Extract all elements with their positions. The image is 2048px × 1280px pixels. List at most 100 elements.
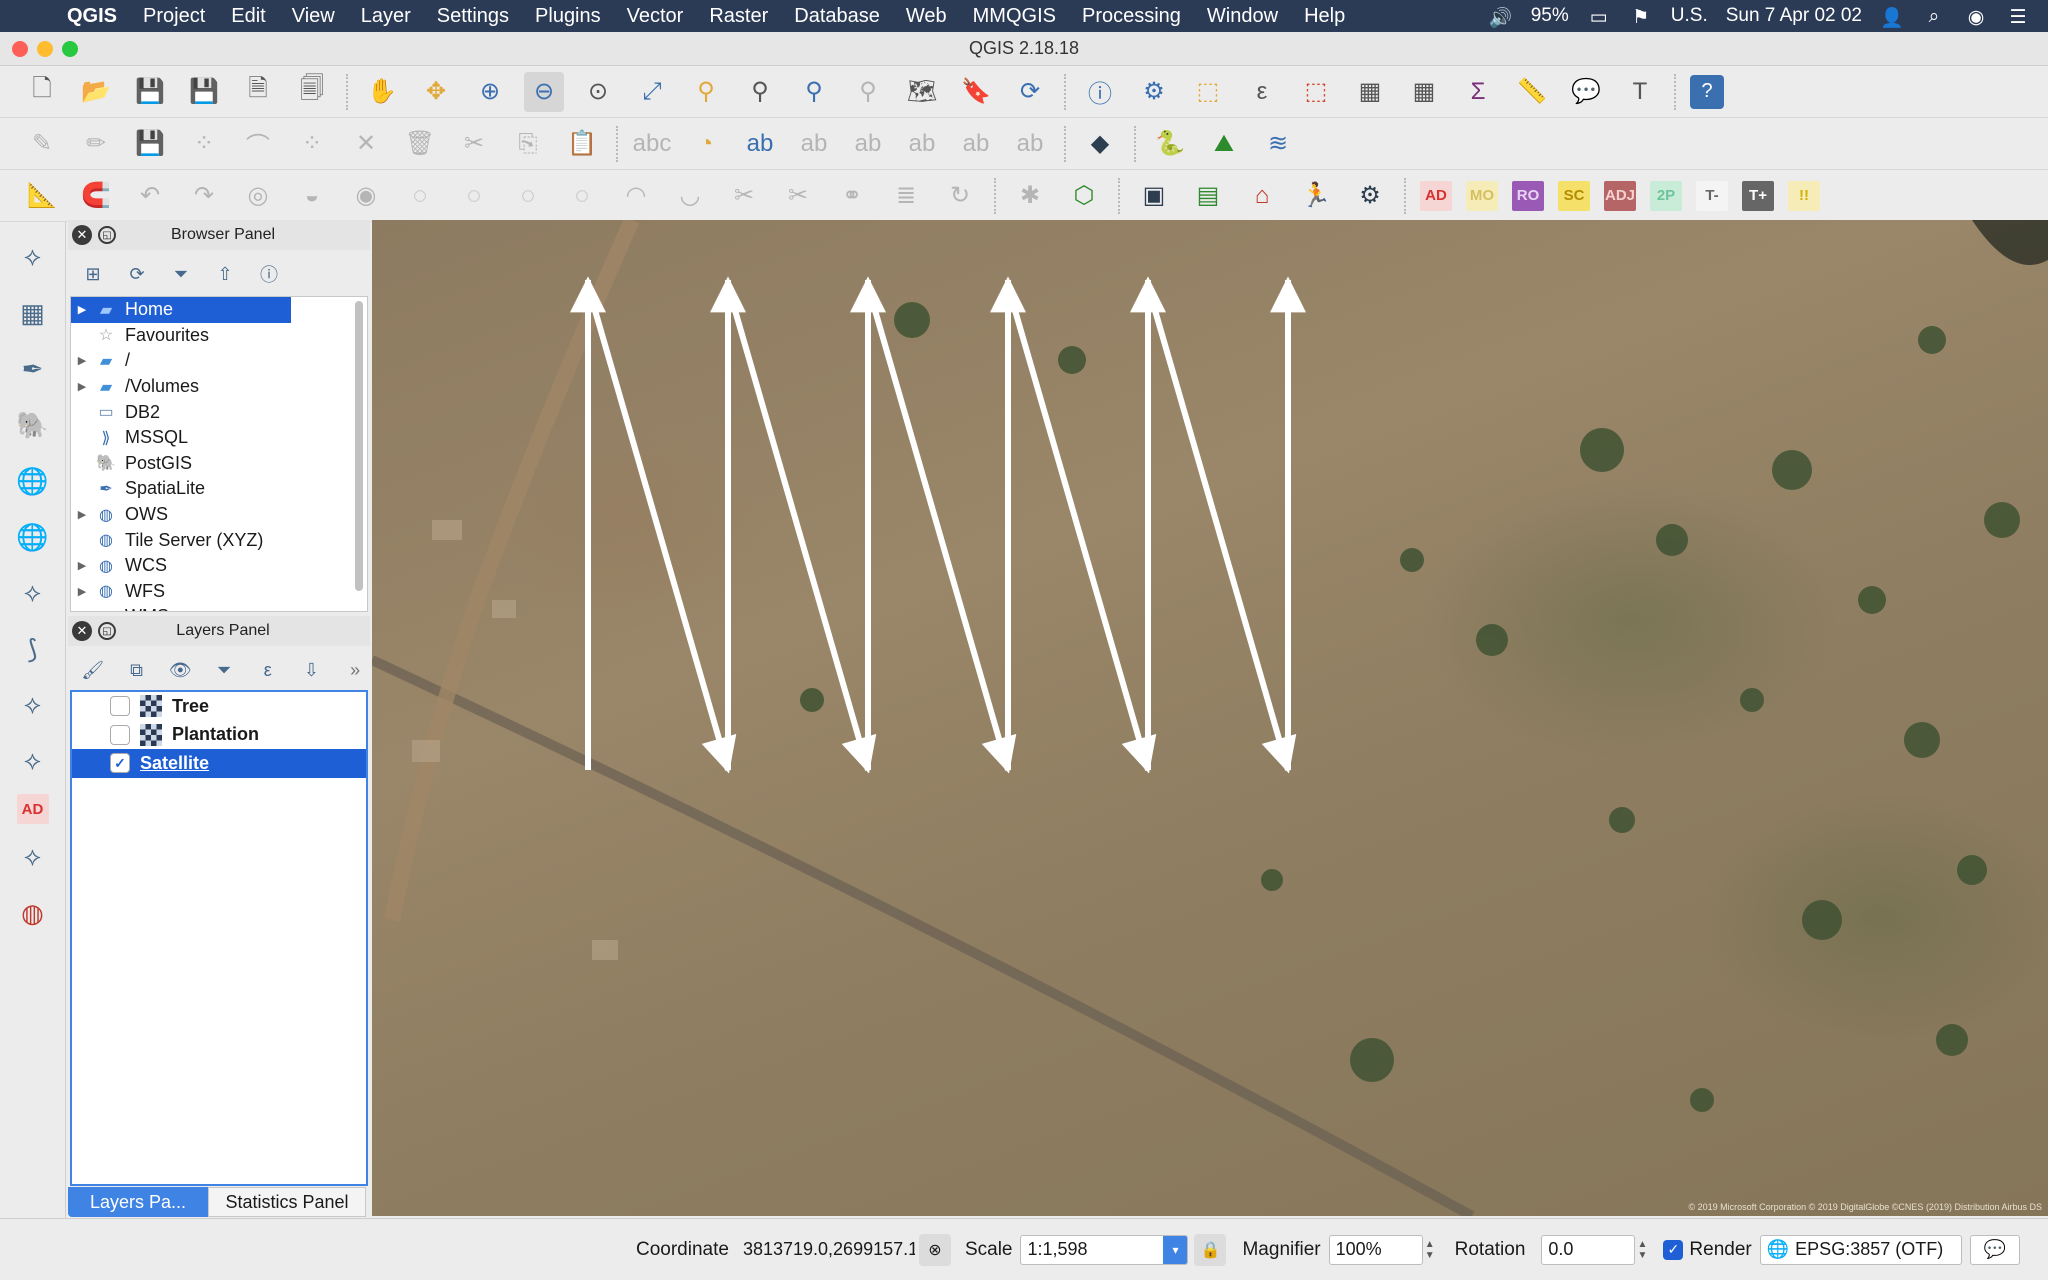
fill-ring-icon[interactable]: ◉ — [346, 176, 386, 216]
label-mo-button[interactable]: MO — [1466, 180, 1498, 211]
filter-by-expression-icon[interactable]: ε — [253, 655, 283, 685]
add-wcs-layer-icon[interactable]: 🌐 — [10, 514, 56, 560]
lock-scale-icon[interactable]: 🔒 — [1194, 1233, 1227, 1266]
browser-item[interactable]: ▶◍ WMS — [71, 604, 367, 611]
spotlight-search-icon[interactable]: ⌕ — [1922, 6, 1946, 27]
zoom-full-icon[interactable]: ⤢ — [632, 72, 672, 112]
add-point-icon[interactable]: ⁘ — [184, 124, 224, 164]
delete-part-icon[interactable]: ◌ — [508, 176, 548, 216]
add-spatialite-layer-icon[interactable]: ✒ — [10, 346, 56, 392]
filter-legend-icon[interactable]: ⏷ — [209, 655, 239, 685]
enable-snapping-icon[interactable]: 🧲 — [76, 176, 116, 216]
plugin-a-icon[interactable]: ▣ — [1134, 176, 1174, 216]
python-console-icon[interactable]: 🐍 — [1150, 124, 1190, 164]
browser-item[interactable]: 🐘 PostGIS — [71, 451, 367, 477]
expand-arrow-icon[interactable]: ▶ — [71, 303, 93, 316]
expand-arrow-icon[interactable]: ▶ — [71, 380, 93, 393]
label-ro-button[interactable]: RO — [1512, 180, 1544, 211]
coordinate-field[interactable]: 3813719.0,2699157.1 — [737, 1235, 915, 1265]
rotate-label-icon[interactable]: ab — [956, 124, 996, 164]
undo-icon[interactable]: ↶ — [130, 176, 170, 216]
messages-button[interactable]: 💬 — [1969, 1234, 2020, 1265]
battery-icon[interactable]: ▭ — [1587, 6, 1611, 28]
layer-item[interactable]: ✓ Satellite — [72, 749, 366, 778]
select-features-icon[interactable]: ⬚ — [1188, 72, 1228, 112]
menu-processing[interactable]: Processing — [1069, 5, 1194, 28]
measure-line-icon[interactable]: 📏 — [1512, 72, 1552, 112]
expand-arrow-icon[interactable]: ▶ — [71, 559, 93, 572]
vertex-tool-icon[interactable]: ✱ — [1010, 176, 1050, 216]
layer-visibility-checkbox[interactable] — [110, 724, 130, 745]
siri-icon[interactable]: ◉ — [1964, 6, 1988, 28]
zoom-native-resolution-icon[interactable]: ⊙ — [578, 72, 618, 112]
more-tools-icon[interactable]: » — [340, 655, 370, 685]
merge-selected-icon[interactable]: ⚭ — [832, 176, 872, 216]
delete-part-2-icon[interactable]: ◌ — [562, 176, 602, 216]
show-hide-labels-icon[interactable]: ab — [848, 124, 888, 164]
change-label-icon[interactable]: ab — [1010, 124, 1050, 164]
pin-labels-icon[interactable]: ab — [794, 124, 834, 164]
simplify-feature-icon[interactable]: ◡ — [670, 176, 710, 216]
properties-info-icon[interactable]: ⓘ — [254, 259, 284, 289]
add-line-icon[interactable]: ⌒ — [238, 124, 278, 164]
expand-all-icon[interactable]: ⇩ — [297, 655, 327, 685]
profile-tool-icon[interactable]: ⛰ — [1204, 124, 1244, 164]
menu-vector[interactable]: Vector — [614, 5, 697, 28]
layer-visibility-checkbox[interactable]: ✓ — [110, 753, 130, 774]
add-vector-layer-icon[interactable]: ⟡ — [10, 234, 56, 280]
menu-project[interactable]: Project — [130, 5, 218, 28]
tab-layers-panel[interactable]: Layers Pa... — [68, 1187, 208, 1217]
refresh-icon[interactable]: ⟳ — [122, 259, 152, 289]
deselect-all-icon[interactable]: ⬚ — [1296, 72, 1336, 112]
label-ad-button[interactable]: AD — [1420, 180, 1452, 211]
run-feature-action-icon[interactable]: ⚙ — [1134, 72, 1174, 112]
label-adj-button[interactable]: ADJ — [1604, 180, 1636, 211]
map-tips-icon[interactable]: 💬 — [1566, 72, 1606, 112]
manage-visibility-icon[interactable]: 👁 — [165, 655, 195, 685]
text-annotation-icon[interactable]: T — [1620, 72, 1660, 112]
select-by-expression-icon[interactable]: ε — [1242, 72, 1282, 112]
minimize-window-button[interactable] — [37, 41, 53, 57]
layer-diagram-icon[interactable]: ◔ — [686, 124, 726, 164]
open-layer-styling-icon[interactable]: 🖌 — [78, 655, 108, 685]
new-project-icon[interactable]: 🗋 — [22, 72, 62, 112]
browser-item[interactable]: ☆ Favourites — [71, 323, 367, 349]
browser-tree[interactable]: ▶ ▰ Home ☆ Favourites ▶ ▰ / ▶ ▰ /Volumes ▭ DB2 ⟫ MSSQL… — [70, 296, 368, 612]
menu-settings[interactable]: Settings — [424, 5, 522, 28]
browser-scrollbar[interactable] — [355, 301, 363, 591]
add-wfs-layer-icon[interactable]: ⟡ — [10, 570, 56, 616]
offset-curve-icon[interactable]: ◌ — [400, 176, 440, 216]
zoom-last-icon[interactable]: ⚲ — [794, 72, 834, 112]
volume-icon[interactable]: 🔊 — [1489, 6, 1513, 29]
magnifier-stepper[interactable]: ▲ ▼ — [1423, 1235, 1437, 1265]
expand-arrow-icon[interactable]: ▶ — [71, 354, 93, 367]
shape-digitize-icon[interactable]: ⬡ — [1064, 176, 1104, 216]
rotation-stepper[interactable]: ▲ ▼ — [1635, 1235, 1649, 1265]
add-delimited-text-layer-icon[interactable]: ⟡ — [10, 682, 56, 728]
add-ring-icon[interactable]: ◎ — [238, 176, 278, 216]
plugin-b-icon[interactable]: ▤ — [1188, 176, 1228, 216]
move-label-icon[interactable]: ab — [902, 124, 942, 164]
collapse-all-icon[interactable]: ⇧ — [210, 259, 240, 289]
layer-visibility-checkbox[interactable] — [110, 696, 130, 717]
plugin-runner-icon[interactable]: 🏃 — [1296, 176, 1336, 216]
map-canvas[interactable]: © 2019 Microsoft Corporation © 2019 Digi… — [372, 220, 2048, 1216]
input-source[interactable]: U.S. — [1671, 5, 1708, 27]
toggle-coordinate-mode-icon[interactable]: ⊗ — [918, 1233, 951, 1266]
split-parts-icon[interactable]: ✂ — [778, 176, 818, 216]
browser-item[interactable]: ⟫ MSSQL — [71, 425, 367, 451]
add-wms-layer-icon[interactable]: 🌐 — [10, 458, 56, 504]
add-postgis-layer-icon[interactable]: 🐘 — [10, 402, 56, 448]
toggle-editing-icon[interactable]: ✏ — [76, 124, 116, 164]
identify-features-icon[interactable]: ⓘ — [1080, 72, 1120, 112]
pan-to-selection-icon[interactable]: ✥ — [416, 72, 456, 112]
redo-icon[interactable]: ↷ — [184, 176, 224, 216]
layer-labeling-icon[interactable]: abc — [632, 124, 672, 164]
new-bookmark-icon[interactable]: 🔖 — [956, 72, 996, 112]
zoom-to-selection-icon[interactable]: ⚲ — [686, 72, 726, 112]
menu-mmqgis[interactable]: MMQGIS — [960, 5, 1069, 28]
float-panel-icon[interactable]: ◱ — [98, 622, 116, 640]
terrain-tool-icon[interactable]: ≋ — [1258, 124, 1298, 164]
left-label-ad-button[interactable]: AD — [16, 794, 49, 824]
highlight-pinned-labels-icon[interactable]: ab — [740, 124, 780, 164]
